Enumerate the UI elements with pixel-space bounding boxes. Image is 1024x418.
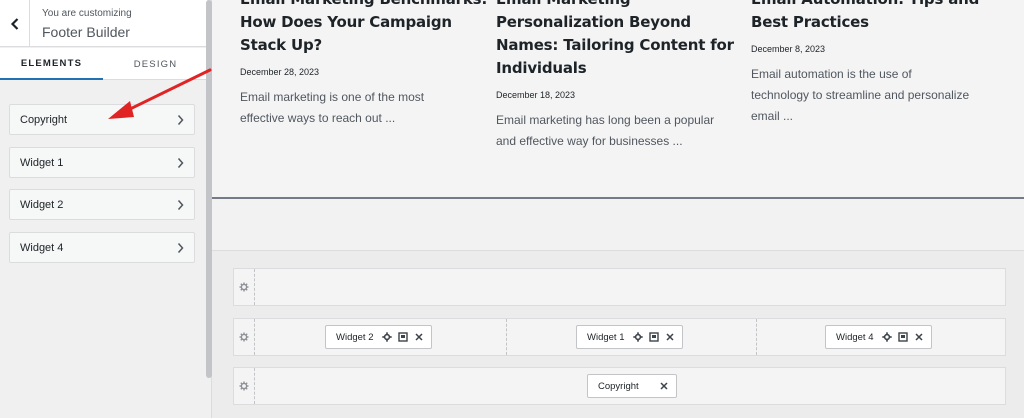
chevron-right-icon (176, 242, 185, 254)
tab-design[interactable]: DESIGN (104, 48, 207, 80)
element-item-label: Copyright (20, 113, 68, 126)
tab-elements[interactable]: ELEMENTS (0, 48, 103, 80)
palette-icon[interactable] (897, 332, 908, 342)
post-title[interactable]: Email Automation: Tips and Best Practice… (751, 0, 991, 34)
gear-icon (239, 282, 249, 292)
post-excerpt: Email marketing has long been a popular … (496, 113, 715, 148)
widget-chip-copyright[interactable]: Copyright (587, 374, 677, 398)
element-item-label: Widget 1 (20, 156, 64, 169)
widget-chip-widget-2[interactable]: Widget 2 (325, 325, 432, 349)
footer-builder: Widget 2 Widget 1 Widget 4 Copyright (212, 250, 1024, 418)
palette-icon[interactable] (648, 332, 659, 342)
gear-icon (239, 332, 249, 342)
element-item-widget-4[interactable]: Widget 4 (9, 232, 195, 263)
element-item-label: Widget 4 (20, 241, 64, 254)
widget-chip-widget-1[interactable]: Widget 1 (576, 325, 683, 349)
preview-posts: Email Marketing Benchmarks: How Does You… (212, 0, 1024, 197)
post-date: December 18, 2023 (496, 90, 576, 100)
post-title[interactable]: Email Marketing Benchmarks: How Does You… (240, 0, 487, 57)
post-excerpt: Email automation is the use of technolog… (751, 67, 970, 123)
column-divider (506, 319, 507, 355)
builder-row-main[interactable]: Widget 2 Widget 1 Widget 4 (233, 318, 1006, 356)
post-date: December 8, 2023 (751, 44, 826, 54)
chip-label: Widget 1 (587, 331, 625, 343)
post-date: December 28, 2023 (240, 67, 320, 77)
widget-chip-widget-4[interactable]: Widget 4 (825, 325, 932, 349)
row-settings-button[interactable] (234, 319, 255, 355)
gear-icon (239, 381, 249, 391)
gear-icon[interactable] (632, 332, 643, 342)
sidebar-tabs: ELEMENTS DESIGN (0, 48, 207, 80)
row-settings-button[interactable] (234, 269, 255, 305)
element-item-label: Widget 2 (20, 198, 64, 211)
element-item-copyright[interactable]: Copyright (9, 104, 195, 135)
sidebar-title: Footer Builder (42, 24, 130, 40)
sidebar-subtitle: You are customizing (42, 8, 132, 19)
element-item-widget-2[interactable]: Widget 2 (9, 189, 195, 220)
chevron-right-icon (176, 114, 185, 126)
post-card: Email Marketing Benchmarks: How Does You… (240, 0, 487, 129)
chip-label: Copyright (598, 380, 639, 392)
chevron-right-icon (176, 157, 185, 169)
builder-row-bottom[interactable]: Copyright (233, 367, 1006, 405)
column-divider (756, 319, 757, 355)
post-card: Email Marketing Personalization Beyond N… (496, 0, 736, 152)
chip-label: Widget 2 (336, 331, 374, 343)
close-icon[interactable] (659, 381, 669, 391)
customizer-sidebar: You are customizing Footer Builder ELEME… (0, 0, 212, 418)
chevron-right-icon (176, 199, 185, 211)
sidebar-header: You are customizing Footer Builder (0, 0, 207, 47)
element-item-widget-1[interactable]: Widget 1 (9, 147, 195, 178)
close-icon[interactable] (665, 332, 675, 342)
close-icon[interactable] (914, 332, 924, 342)
palette-icon[interactable] (397, 332, 408, 342)
gear-icon[interactable] (381, 332, 392, 342)
post-title[interactable]: Email Marketing Personalization Beyond N… (496, 0, 736, 80)
back-button[interactable] (0, 0, 30, 47)
gear-icon[interactable] (881, 332, 892, 342)
row-settings-button[interactable] (234, 368, 255, 404)
chip-label: Widget 4 (836, 331, 874, 343)
close-icon[interactable] (414, 332, 424, 342)
builder-row-top[interactable] (233, 268, 1006, 306)
footer-preview-area (212, 199, 1024, 250)
chevron-left-icon (10, 17, 18, 30)
post-excerpt: Email marketing is one of the most effec… (240, 90, 425, 125)
post-card: Email Automation: Tips and Best Practice… (751, 0, 991, 127)
